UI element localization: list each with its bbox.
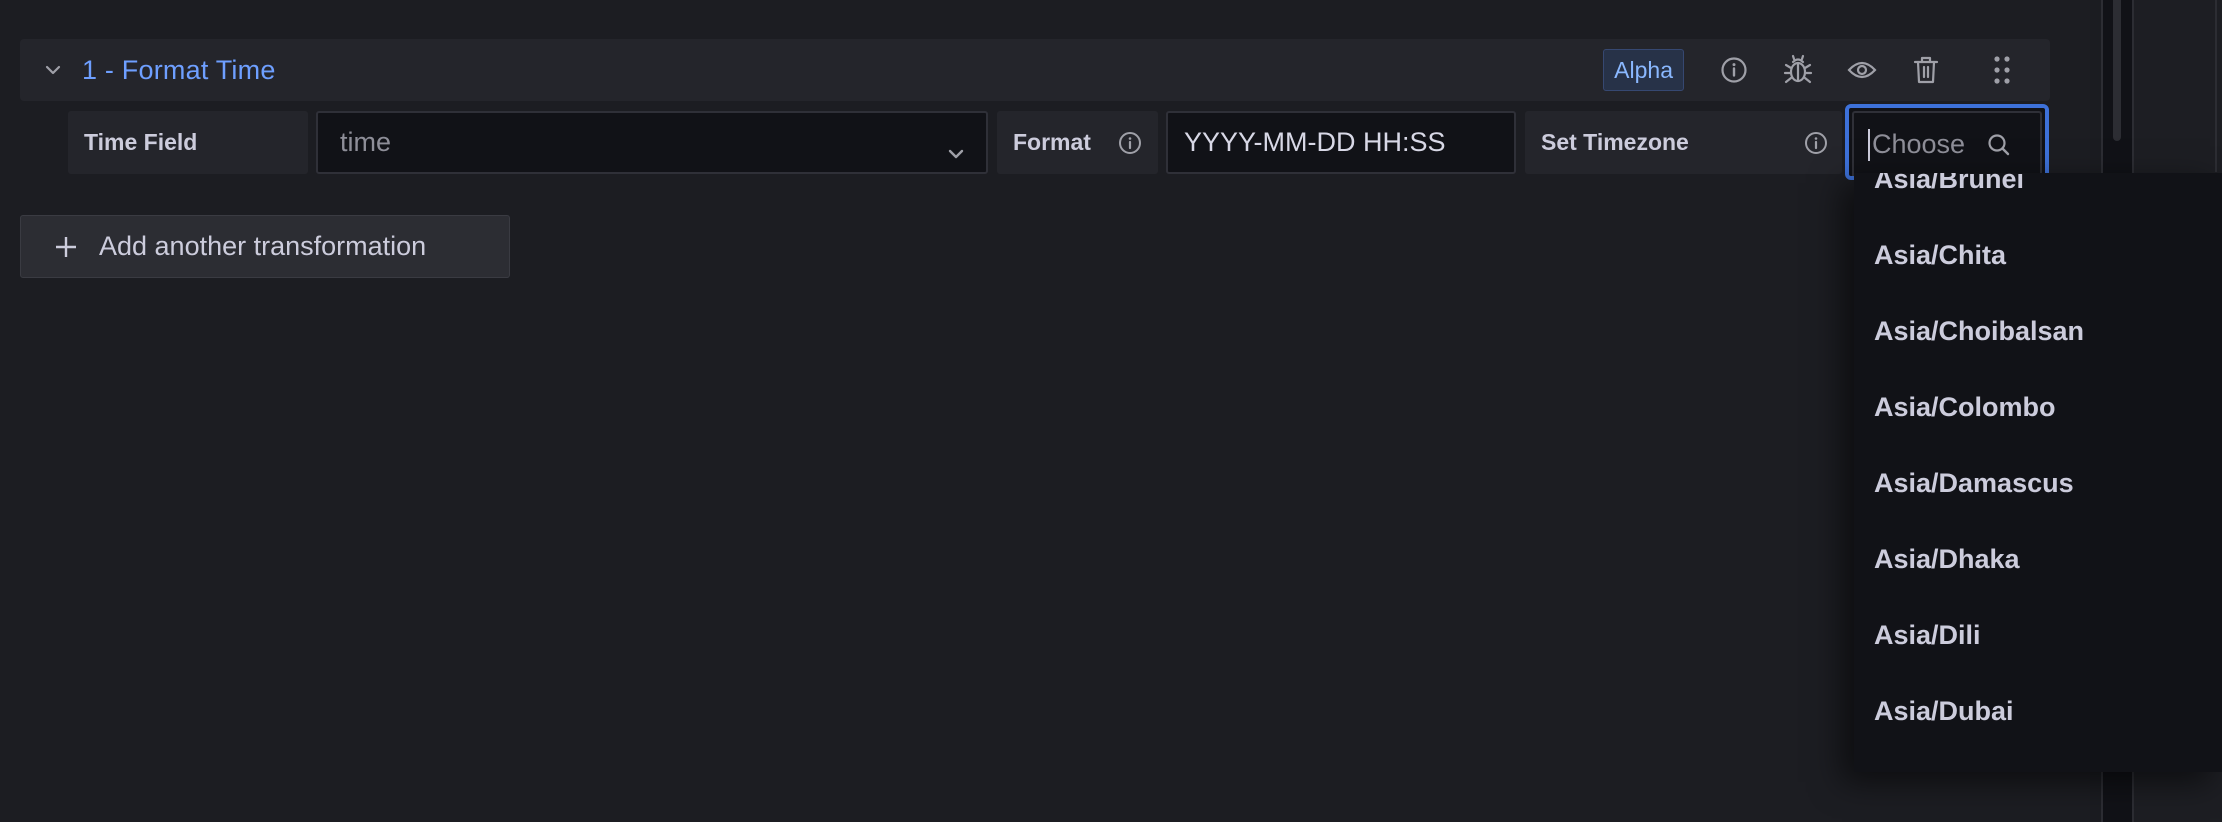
timezone-placeholder: Choose: [1872, 129, 1966, 159]
timezone-dropdown-menu[interactable]: Asia/Brunei Asia/Chita Asia/Choibalsan A…: [1854, 173, 2222, 772]
chevron-down-icon: [948, 135, 964, 166]
timezone-options-list: Asia/Brunei Asia/Chita Asia/Choibalsan A…: [1854, 173, 2222, 749]
transformation-title[interactable]: 1 - Format Time: [82, 55, 276, 86]
time-field-select[interactable]: time: [316, 111, 988, 174]
format-value: YYYY-MM-DD HH:SS: [1184, 127, 1446, 157]
add-transformation-label: Add another transformation: [99, 231, 427, 261]
search-icon: [1987, 133, 2011, 157]
alpha-badge: Alpha: [1603, 49, 1684, 91]
info-icon[interactable]: [1804, 131, 1828, 155]
timezone-option[interactable]: Asia/Dili: [1854, 597, 2222, 673]
timezone-option[interactable]: Asia/Dhaka: [1854, 521, 2222, 597]
info-icon[interactable]: [1718, 54, 1750, 86]
timezone-option[interactable]: Asia/Chita: [1854, 217, 2222, 293]
timezone-option[interactable]: Asia/Colombo: [1854, 369, 2222, 445]
time-field-label: Time Field: [68, 111, 308, 174]
timezone-label: Set Timezone: [1541, 129, 1689, 155]
timezone-label-box: Set Timezone: [1525, 111, 1842, 174]
plus-icon: [55, 236, 77, 258]
time-field-value: time: [340, 127, 392, 157]
format-time-fields: Time Field time Format YYYY-MM-DD HH:SS …: [68, 111, 1842, 174]
timezone-option[interactable]: Asia/Brunei: [1854, 173, 2222, 217]
pane-divider: [2215, 0, 2217, 172]
format-label-box: Format: [997, 111, 1158, 174]
debug-icon[interactable]: [1782, 54, 1814, 86]
timezone-select[interactable]: Choose: [1845, 104, 2049, 180]
format-input[interactable]: YYYY-MM-DD HH:SS: [1166, 111, 1516, 174]
transformation-header[interactable]: 1 - Format Time Alpha: [20, 39, 2050, 101]
add-transformation-button[interactable]: Add another transformation: [20, 215, 510, 278]
format-label: Format: [1013, 129, 1091, 155]
scrollbar-thumb[interactable]: [2113, 0, 2121, 141]
eye-icon[interactable]: [1846, 54, 1878, 86]
transformations-editor: 1 - Format Time Alpha Time Field time Fo…: [0, 0, 2090, 822]
chevron-down-icon[interactable]: [42, 59, 64, 81]
header-actions: Alpha: [1603, 39, 2030, 101]
timezone-option[interactable]: Asia/Dubai: [1854, 673, 2222, 749]
timezone-option[interactable]: Asia/Damascus: [1854, 445, 2222, 521]
info-icon[interactable]: [1118, 131, 1142, 155]
trash-icon[interactable]: [1910, 54, 1942, 86]
timezone-option[interactable]: Asia/Choibalsan: [1854, 293, 2222, 369]
drag-handle-icon[interactable]: [1986, 54, 2018, 86]
text-cursor: [1868, 128, 1870, 161]
